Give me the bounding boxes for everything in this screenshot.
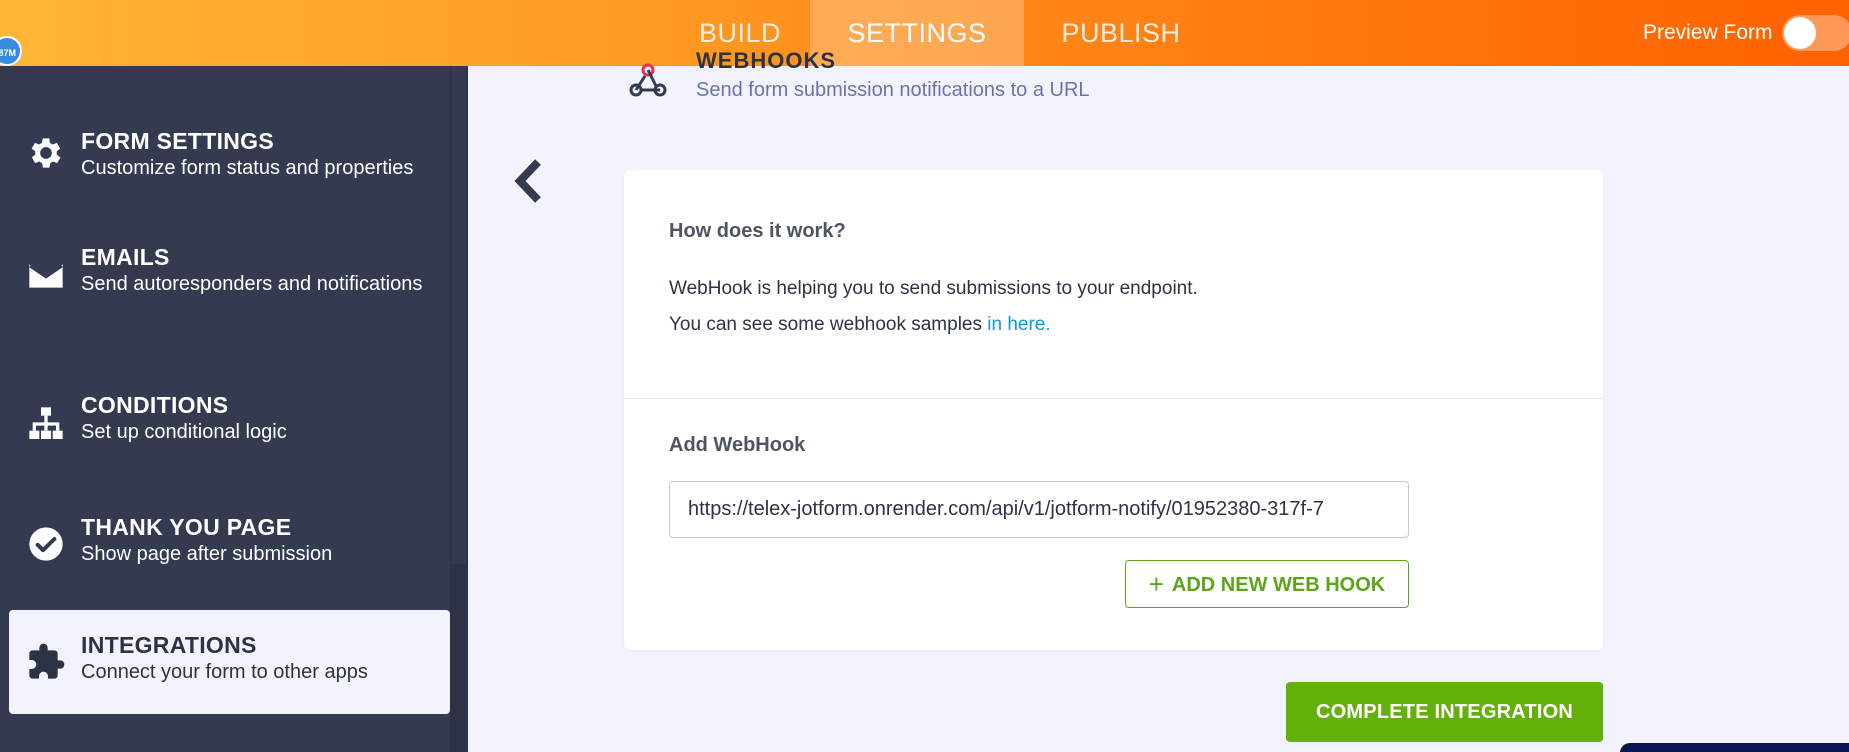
toggle-knob	[1784, 17, 1816, 49]
avatar-badge[interactable]: 87M	[0, 36, 22, 66]
sidebar-item-title: CONDITIONS	[81, 392, 229, 418]
back-chevron-icon[interactable]	[508, 156, 548, 206]
preview-form-toggle[interactable]	[1782, 15, 1849, 51]
sidebar-item-desc: Customize form status and properties	[81, 157, 414, 179]
sidebar-item-title: THANK YOU PAGE	[81, 514, 292, 540]
puzzle-icon	[29, 643, 65, 679]
sidebar-item-thank-you-page[interactable]: THANK YOU PAGE Show page after submissio…	[0, 506, 450, 596]
webhook-url-input[interactable]: https://telex-jotform.onrender.com/api/v…	[669, 481, 1409, 538]
sidebar-item-desc: Send autoresponders and notifications	[81, 273, 423, 295]
sidebar-item-integrations[interactable]: INTEGRATIONS Connect your form to other …	[9, 610, 450, 714]
webhook-card: How does it work? WebHook is helping you…	[624, 170, 1603, 650]
page-subtitle: Send form submission notifications to a …	[696, 79, 1090, 101]
plus-icon: +	[1148, 569, 1164, 599]
preview-form-label: Preview Form	[1643, 21, 1773, 44]
sidebar-item-desc: Show page after submission	[81, 543, 333, 565]
envelope-icon	[29, 264, 63, 288]
how-it-works-heading: How does it work?	[669, 220, 846, 242]
sitemap-icon	[29, 407, 63, 439]
sidebar-item-title: FORM SETTINGS	[81, 128, 275, 154]
webhook-icon	[629, 63, 667, 97]
sidebar-item-title: EMAILS	[81, 244, 170, 270]
tab-settings[interactable]: SETTINGS	[810, 0, 1024, 66]
sidebar-item-title: INTEGRATIONS	[81, 632, 257, 658]
check-circle-icon	[29, 527, 63, 561]
top-bar: BUILD SETTINGS PUBLISH 87M Preview Form	[0, 0, 1849, 66]
samples-prefix: You can see some webhook samples	[669, 314, 988, 335]
sidebar-item-desc: Set up conditional logic	[81, 421, 287, 443]
add-new-webhook-label: ADD NEW WEB HOOK	[1171, 574, 1386, 596]
page-title: WEBHOOKS	[696, 48, 836, 73]
samples-link[interactable]: in here.	[987, 314, 1050, 335]
settings-sidebar: FORM SETTINGS Customize form status and …	[0, 66, 468, 752]
how-it-works-section: How does it work? WebHook is helping you…	[624, 170, 1603, 399]
main-content: WEBHOOKS Send form submission notificati…	[468, 48, 1849, 752]
sidebar-scroll-thumb[interactable]	[452, 66, 466, 564]
sidebar-item-form-settings[interactable]: FORM SETTINGS Customize form status and …	[0, 116, 450, 216]
sidebar-item-emails[interactable]: EMAILS Send autoresponders and notificat…	[0, 236, 450, 346]
corner-widget[interactable]	[1620, 743, 1849, 752]
complete-integration-button[interactable]: COMPLETE INTEGRATION	[1286, 682, 1603, 742]
samples-text: You can see some webhook samples in here…	[669, 314, 1051, 336]
sidebar-item-desc: Connect your form to other apps	[81, 661, 368, 683]
add-webhook-label: Add WebHook	[669, 434, 806, 456]
tab-publish[interactable]: PUBLISH	[1024, 0, 1218, 66]
how-it-works-text: WebHook is helping you to send submissio…	[669, 278, 1198, 299]
add-new-webhook-button[interactable]: + ADD NEW WEB HOOK	[1125, 560, 1409, 608]
sidebar-item-conditions[interactable]: CONDITIONS Set up conditional logic	[0, 386, 450, 476]
gear-icon	[31, 138, 61, 168]
